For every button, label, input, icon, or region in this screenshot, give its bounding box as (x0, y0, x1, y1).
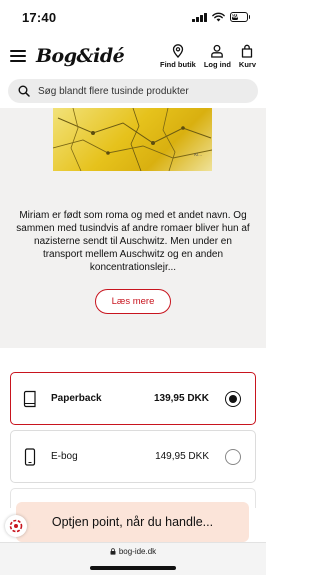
loyalty-points-banner[interactable]: Optjen point, når du handle... (16, 502, 249, 542)
signal-icon (192, 12, 207, 22)
format-price: 139,95 DKK (153, 393, 209, 404)
url-display[interactable]: bog-ide.dk (110, 547, 156, 556)
status-icons: 49 (192, 12, 250, 22)
format-radio-selected[interactable] (225, 390, 241, 407)
format-radio-unselected[interactable] (225, 448, 241, 465)
header-actions: Find butik Log ind Kurv (160, 43, 256, 69)
site-header: Bog&idé Find butik Log ind Kurv (0, 38, 266, 74)
battery-level: 49 (231, 14, 239, 20)
url-text: bog-ide.dk (118, 547, 157, 556)
format-label: Paperback (51, 393, 102, 404)
search-icon (18, 85, 30, 97)
rewards-fab-button[interactable] (5, 515, 27, 537)
user-icon (211, 44, 224, 58)
cart-label: Kurv (238, 59, 256, 69)
read-more-button[interactable]: Læs mere (95, 289, 171, 314)
cart-button[interactable]: Kurv (239, 44, 256, 69)
site-logo[interactable]: Bog&idé (36, 45, 160, 67)
hamburger-menu-icon[interactable] (10, 50, 26, 62)
shopping-bag-icon (242, 44, 253, 58)
battery-icon: 49 (229, 12, 250, 22)
location-pin-icon (172, 43, 184, 58)
barbed-wire-illustration (53, 108, 212, 171)
gift-badge-icon (9, 519, 23, 533)
format-option-ebook[interactable]: E-bog 149,95 DKK (10, 430, 256, 483)
lock-icon (110, 548, 116, 555)
browser-url-bar: bog-ide.dk (0, 542, 266, 575)
format-label: E-bog (51, 451, 78, 462)
format-price: 149,95 DKK (155, 451, 209, 462)
smartphone-icon (24, 447, 36, 466)
find-store-label: Find butik (160, 59, 196, 69)
search-input[interactable] (38, 85, 248, 97)
book-cover-image[interactable]: Kl... (53, 108, 212, 171)
status-time: 17:40 (22, 9, 57, 25)
login-button[interactable]: Log ind (204, 44, 231, 69)
home-indicator (90, 566, 176, 570)
status-bar: 17:40 49 (0, 0, 266, 34)
search-bar (8, 79, 258, 103)
wifi-icon (211, 12, 225, 22)
login-label: Log ind (203, 59, 231, 69)
book-icon (23, 390, 36, 407)
cover-caption: Kl... (194, 152, 202, 157)
find-store-button[interactable]: Find butik (160, 43, 196, 69)
format-option-paperback[interactable]: Paperback 139,95 DKK (10, 372, 256, 425)
book-description: Miriam er født som roma og med et andet … (16, 210, 250, 273)
product-details: Kl... Miriam er født som roma og med et … (0, 108, 266, 348)
